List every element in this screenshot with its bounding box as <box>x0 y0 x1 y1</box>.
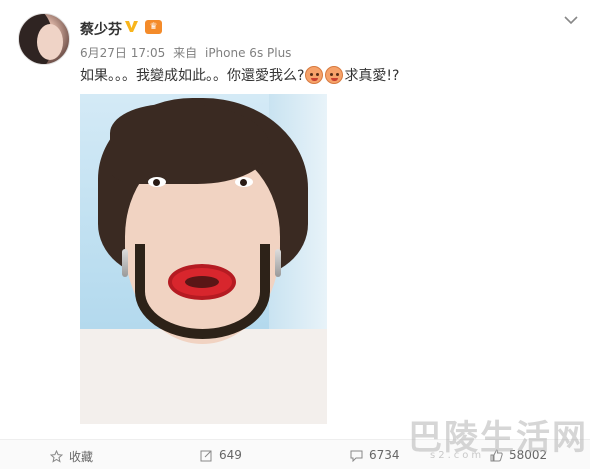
username-link[interactable]: 蔡少芬 <box>80 19 122 39</box>
photo-right-eye <box>235 177 253 187</box>
weibo-post-card: 蔡少芬 ♛ 6月27日 17:05 来自 iPhone 6s Plus 如果。。… <box>0 0 590 469</box>
comment-icon <box>350 450 363 462</box>
comment-count: 6734 <box>369 448 400 462</box>
photo-left-earring <box>122 249 128 277</box>
post-date-link[interactable]: 6月27日 17:05 <box>80 46 165 60</box>
doge-face-icon <box>325 66 344 84</box>
post-text: 如果。。。我變成如此。。你還愛我么? 求真愛!? <box>80 66 399 86</box>
favorite-button[interactable]: 收藏 <box>50 448 93 465</box>
watermark-url: s2.com <box>430 450 485 461</box>
repost-button[interactable]: 649 <box>200 448 242 462</box>
post-text-part2: 求真愛!? <box>344 68 400 84</box>
source-prefix: 来自 <box>173 46 198 60</box>
star-icon <box>50 450 63 463</box>
repost-count: 649 <box>219 448 242 462</box>
post-text-part1: 如果。。。我變成如此。。你還愛我么? <box>80 68 305 84</box>
photo-left-eye <box>148 177 166 187</box>
photo-right-earring <box>275 249 281 277</box>
photo-mouth <box>185 276 219 288</box>
avatar[interactable] <box>18 13 70 65</box>
favorite-label: 收藏 <box>69 450 94 464</box>
doge-face-icon <box>305 66 324 84</box>
post-meta: 6月27日 17:05 来自 iPhone 6s Plus <box>80 44 295 61</box>
vip-crown-icon[interactable]: ♛ <box>145 20 162 34</box>
verified-v-icon <box>125 21 138 32</box>
comment-button[interactable]: 6734 <box>350 448 400 462</box>
source-device-link[interactable]: iPhone 6s Plus <box>205 46 291 60</box>
avatar-face <box>37 24 63 60</box>
repost-icon <box>200 450 212 461</box>
chevron-down-icon[interactable] <box>564 15 578 25</box>
post-image[interactable] <box>80 94 327 424</box>
